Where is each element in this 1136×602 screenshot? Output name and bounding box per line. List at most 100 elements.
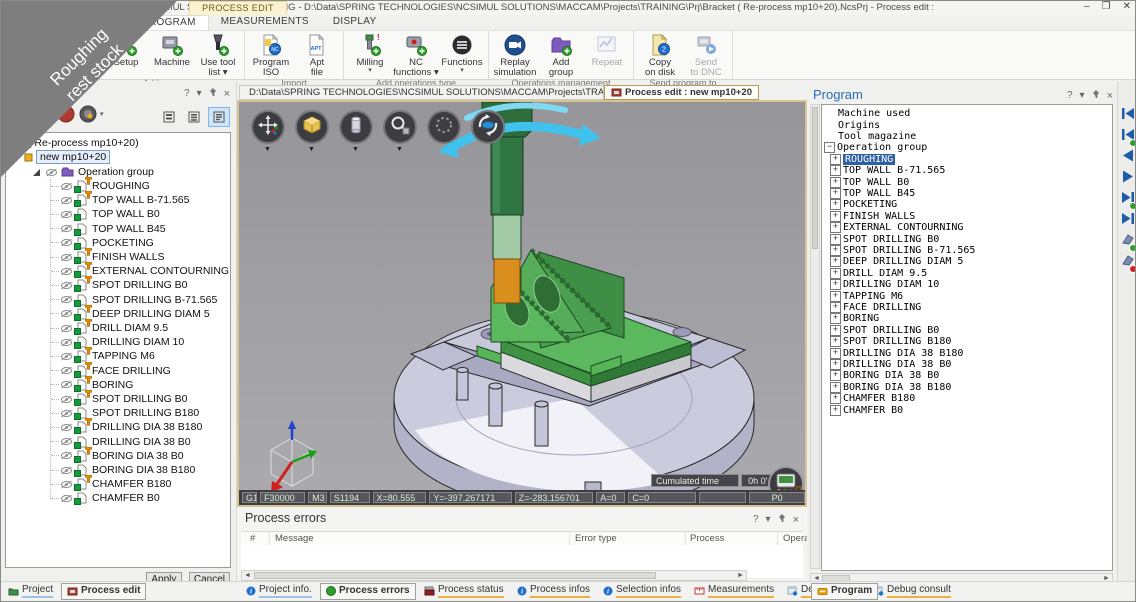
close-button[interactable]: ✕ [1123,1,1131,12]
chevron-down-icon[interactable]: ▼ [308,146,315,153]
chevron-down-icon[interactable]: ▼ [264,146,271,153]
expanded-marker-icon[interactable] [32,168,41,177]
go-to-start-button[interactable] [1121,107,1135,121]
tree-node-operation[interactable]: DEEP DRILLING DIAM 5 [6,307,230,321]
tab-process-errors[interactable]: Process errors [320,583,416,600]
program-operation-item[interactable]: +BORING [822,313,1112,324]
tree-node-operation[interactable]: ROUGHING [6,179,230,193]
tab-process-status[interactable]: Process status [419,583,509,600]
tree-node-operation[interactable]: TAPPING M6 [6,349,230,363]
visibility-off-icon[interactable] [60,366,73,375]
program-operation-item[interactable]: +ROUGHING [822,154,1112,165]
tab-process-infos[interactable]: iProcess infos [512,583,595,600]
expand-icon[interactable]: + [830,211,841,222]
use-tool-list-button[interactable]: Use tool list ▾ [195,31,241,78]
visibility-off-icon[interactable] [60,338,73,347]
program-item[interactable]: Tool magazine [822,131,1112,142]
tree-node-operation[interactable]: DRILL DIAM 9.5 [6,321,230,335]
chevron-down-icon[interactable]: ▾ [100,112,104,118]
tree-node-operation[interactable]: TOP WALL B-71.565 [6,193,230,207]
visibility-off-icon[interactable] [60,210,73,219]
program-operation-item[interactable]: +DRILLING DIA 38 B0 [822,359,1112,370]
visibility-off-icon[interactable] [45,168,58,177]
pin-icon[interactable] [209,87,217,100]
panel-close-icon[interactable]: × [224,89,230,99]
program-operation-item[interactable]: +FINISH WALLS [822,211,1112,222]
remove-breakpoint-button[interactable] [1121,254,1135,268]
program-operation-item[interactable]: +SPOT DRILLING B180 [822,336,1112,347]
tree-node-operation[interactable]: DRILLING DIAM 10 [6,335,230,349]
tab-project-document[interactable]: D:\Data\SPRING TECHNOLOGIES\NCSIMUL SOLU… [239,85,604,100]
maximize-button[interactable]: ❐ [1102,1,1111,12]
program-vertical-scrollbar[interactable] [810,104,820,569]
panel-help-icon[interactable]: ? [753,515,759,525]
tree-node-operation[interactable]: CHAMFER B0 [6,491,230,505]
visibility-off-icon[interactable] [60,267,73,276]
expand-icon[interactable]: + [830,154,841,165]
expand-icon[interactable]: + [830,234,841,245]
add-breakpoint-button[interactable] [1121,233,1135,247]
expand-icon[interactable]: + [830,393,841,404]
list-view-detail-button[interactable] [208,107,230,127]
expand-icon[interactable]: + [830,325,841,336]
tab-debug-consult[interactable]: Debug consult [868,583,956,600]
expand-icon[interactable]: + [830,177,841,188]
tree-node-operation[interactable]: TOP WALL B45 [6,222,230,236]
tree-node-operation[interactable]: EXTERNAL CONTOURNING [6,264,230,278]
tree-node-operation[interactable]: SPOT DRILLING B0 [6,278,230,292]
tab-project-info-[interactable]: iProject info. [241,583,317,600]
expand-icon[interactable]: + [830,165,841,176]
expand-icon[interactable]: + [830,313,841,324]
tab-process-edit-document[interactable]: Process edit : new mp10+20 [604,85,759,100]
visibility-off-icon[interactable] [60,238,73,247]
program-operation-item[interactable]: +TOP WALL B45 [822,188,1112,199]
chevron-down-icon[interactable]: ▾ [197,89,202,99]
expand-icon[interactable]: + [830,268,841,279]
list-view-small-button[interactable] [158,107,180,127]
next-operation-button[interactable] [1121,191,1135,205]
visibility-off-icon[interactable] [60,196,73,205]
apt-file-button[interactable]: APTApt file [294,31,340,78]
program-operation-item[interactable]: +DEEP DRILLING DIAM 5 [822,256,1112,267]
tab-program[interactable]: Program [811,583,878,600]
add-group-button[interactable]: Add group [538,31,584,78]
ribbon-tab-display[interactable]: DISPLAY [321,15,389,30]
visibility-off-icon[interactable] [60,451,73,460]
panel-help-icon[interactable]: ? [184,89,190,99]
program-operation-item[interactable]: +CHAMFER B0 [822,404,1112,415]
visibility-off-icon[interactable] [60,466,73,475]
program-item[interactable]: Origins [822,119,1112,130]
panel-close-icon[interactable]: × [793,515,799,525]
expand-icon[interactable]: + [830,291,841,302]
tree-node-operation[interactable]: FINISH WALLS [6,250,230,264]
go-to-end-button[interactable] [1121,212,1135,226]
simulation-viewport[interactable]: ▼▼▼▼ Cumulated time 0h 0' 0" G1F30000M3S… [237,100,807,507]
tree-node-operation[interactable]: TOP WALL B0 [6,207,230,221]
panel-close-icon[interactable]: × [1107,91,1113,101]
tree-node-operation-group[interactable]: Operation group [6,165,230,179]
tool-display-button[interactable] [339,110,373,144]
tree-node-operation[interactable]: DRILLING DIA 38 B180 [6,420,230,434]
tree-node-operation[interactable]: FACE DRILLING [6,364,230,378]
view-orientation-button[interactable] [251,110,285,144]
ribbon-tab-measurements[interactable]: MEASUREMENTS [209,15,321,30]
tab-project[interactable]: Project [3,583,58,600]
column-header[interactable]: Error type [575,533,617,544]
tree-node-operation[interactable]: SPOT DRILLING B180 [6,406,230,420]
panel-help-icon[interactable]: ? [1067,91,1073,101]
tree-node-operation[interactable]: DRILLING DIA 38 B0 [6,435,230,449]
program-operation-item[interactable]: +TOP WALL B-71.565 [822,165,1112,176]
copy-on-disk-button[interactable]: 2Copy on disk [637,31,683,78]
program-operation-item[interactable]: +FACE DRILLING [822,302,1112,313]
expand-icon[interactable]: + [830,199,841,210]
program-operation-item[interactable]: +DRILL DIAM 9.5 [822,268,1112,279]
expand-icon[interactable]: + [830,336,841,347]
selection-mode-button[interactable] [427,110,461,144]
program-operation-item[interactable]: +POCKETING [822,199,1112,210]
chevron-down-icon[interactable]: ▼ [396,146,403,153]
program-operation-item[interactable]: +DRILLING DIA 38 B180 [822,347,1112,358]
expand-icon[interactable]: + [830,279,841,290]
program-item[interactable]: Machine used [822,108,1112,119]
visibility-off-icon[interactable] [60,281,73,290]
visibility-off-icon[interactable] [60,295,73,304]
